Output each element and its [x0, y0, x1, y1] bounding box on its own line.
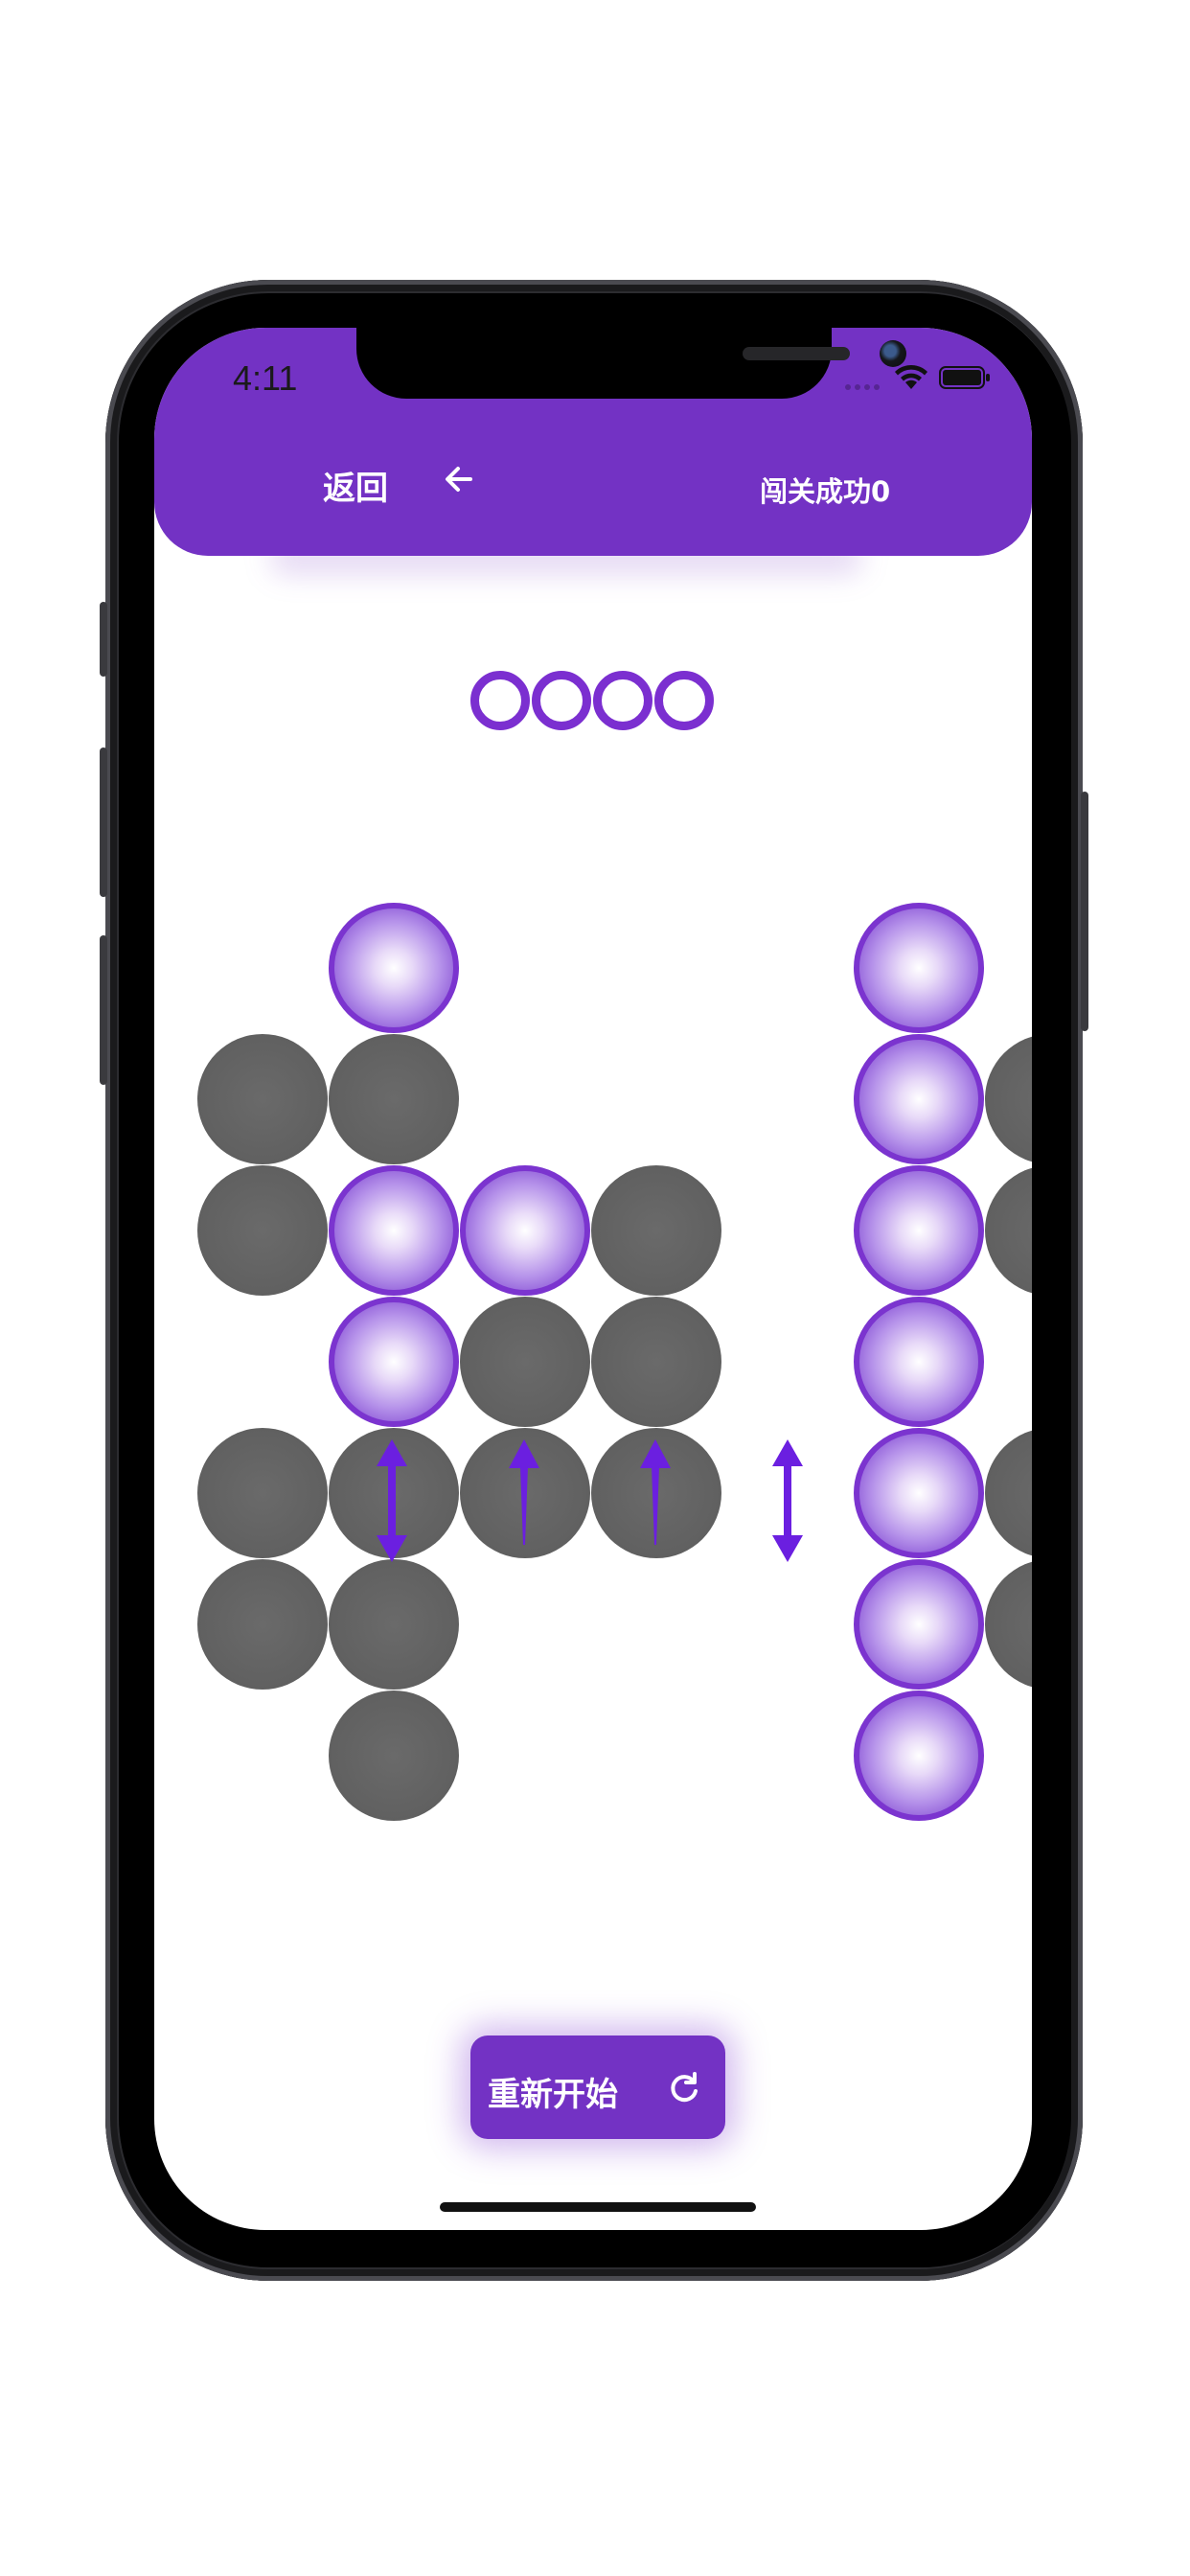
volume-down-button — [100, 935, 107, 1085]
refresh-icon — [671, 2072, 698, 2103]
lit-ball[interactable] — [854, 1165, 984, 1296]
lit-ball[interactable] — [854, 1690, 984, 1821]
lit-ball[interactable] — [329, 1165, 459, 1296]
lit-ball[interactable] — [854, 903, 984, 1033]
unlit-ball[interactable] — [329, 1559, 459, 1690]
unlit-ball[interactable] — [460, 1428, 590, 1558]
unlit-ball[interactable] — [329, 1428, 459, 1558]
silent-switch — [100, 602, 107, 677]
lit-ball[interactable] — [329, 903, 459, 1033]
home-indicator[interactable] — [440, 2202, 756, 2212]
restart-label: 重新开始 — [488, 2076, 618, 2114]
unlit-ball[interactable] — [591, 1165, 721, 1296]
unlit-ball[interactable] — [985, 1034, 1032, 1164]
unlit-ball[interactable] — [197, 1559, 328, 1690]
volume-up-button — [100, 748, 107, 897]
unlit-ball[interactable] — [197, 1165, 328, 1296]
power-button — [1081, 792, 1088, 1031]
lit-ball[interactable] — [854, 1297, 984, 1427]
restart-button[interactable]: 重新开始 — [470, 2036, 725, 2139]
lit-ball[interactable] — [329, 1297, 459, 1427]
unlit-ball[interactable] — [985, 1165, 1032, 1296]
unlit-ball[interactable] — [197, 1428, 328, 1558]
game-board — [154, 328, 1032, 2230]
unlit-ball[interactable] — [985, 1559, 1032, 1690]
unlit-ball[interactable] — [591, 1297, 721, 1427]
unlit-ball[interactable] — [591, 1428, 721, 1558]
lit-ball[interactable] — [854, 1428, 984, 1558]
app-screen: 4:11 返回 闯关成功0 重新开始 — [154, 328, 1032, 2230]
unlit-ball[interactable] — [197, 1034, 328, 1164]
lit-ball[interactable] — [854, 1034, 984, 1164]
unlit-ball[interactable] — [329, 1034, 459, 1164]
unlit-ball[interactable] — [985, 1428, 1032, 1558]
lit-ball[interactable] — [460, 1165, 590, 1296]
lit-ball[interactable] — [854, 1559, 984, 1690]
unlit-ball[interactable] — [329, 1690, 459, 1821]
unlit-ball[interactable] — [460, 1297, 590, 1427]
